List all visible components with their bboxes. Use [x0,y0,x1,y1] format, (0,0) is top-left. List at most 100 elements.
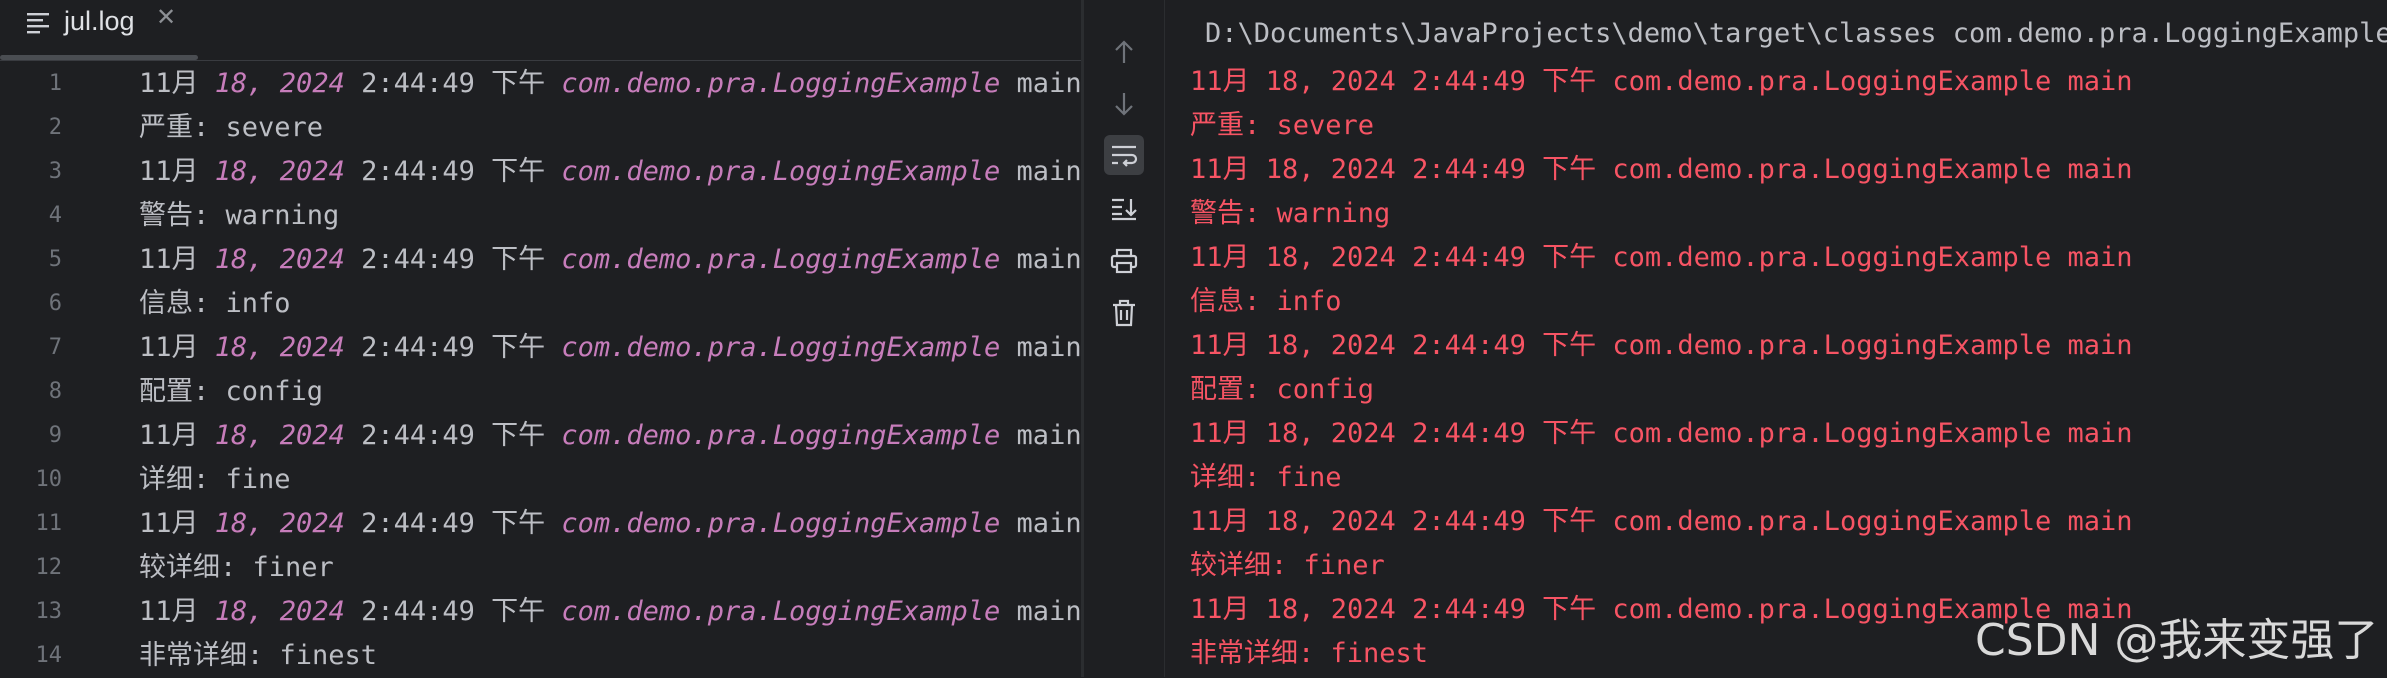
console-line: 11月 18, 2024 2:44:49 下午 com.demo.pra.Log… [1190,330,2133,361]
log-line: 警告: warning [139,194,339,238]
arrow-up-button[interactable] [1104,32,1144,72]
log-line: 11月 18, 2024 2:44:49 下午 com.demo.pra.Log… [139,590,1082,634]
scroll-to-end-icon [1112,198,1137,221]
console-line: 配置: config [1190,374,1375,405]
console-output[interactable]: D:\Documents\JavaProjects\demo\target\cl… [1165,0,2387,677]
log-time: 2:44:49 下午 [344,332,562,363]
arrow-down-button[interactable] [1104,84,1144,124]
line-number: 2 [48,115,62,140]
log-message: 信息: info [139,288,291,319]
log-method-name: main [1000,508,1082,539]
arrow-up-icon [1115,40,1133,63]
log-month: 11月 [139,420,215,451]
log-class-name: com.demo.pra.LoggingExample [561,508,1001,539]
watermark: CSDN @我来变强了 [1975,615,2379,666]
log-message: 较详细: finer [139,552,334,583]
log-class-name: com.demo.pra.LoggingExample [561,332,1001,363]
console-line: 严重: severe [1190,110,1375,141]
console-line: 11月 18, 2024 2:44:49 下午 com.demo.pra.Log… [1190,154,2133,185]
log-line: 详细: fine [139,458,291,502]
console-line: 信息: info [1190,286,1342,317]
log-month: 11月 [139,156,215,187]
log-line: 11月 18, 2024 2:44:49 下午 com.demo.pra.Log… [139,238,1082,282]
active-tab-indicator [0,55,198,60]
log-method-name: main [1000,156,1082,187]
text-lines-icon [27,13,49,34]
editor-tab-bar: jul.log ✕ [0,0,1081,61]
close-icon[interactable]: ✕ [156,3,176,31]
line-number: 14 [35,643,63,668]
log-month: 11月 [139,68,215,99]
line-number: 4 [48,203,62,228]
line-number-gutter: 1 2 3 4 5 6 7 8 9 10 11 12 13 14 [0,62,110,677]
scroll-to-end-button[interactable] [1104,188,1144,228]
line-number: 8 [48,379,62,404]
console-line: 警告: warning [1190,198,1391,229]
log-time: 2:44:49 下午 [344,244,562,275]
log-date: 18, 2024 [214,68,345,99]
log-time: 2:44:49 下午 [344,508,562,539]
log-time: 2:44:49 下午 [344,68,562,99]
line-number: 11 [35,511,63,536]
log-line: 11月 18, 2024 2:44:49 下午 com.demo.pra.Log… [139,62,1082,106]
line-number: 9 [48,423,62,448]
log-message: 非常详细: finest [139,640,378,671]
console-line: 详细: fine [1190,462,1342,493]
log-month: 11月 [139,244,215,275]
log-line: 信息: info [139,282,291,326]
line-number: 3 [48,159,62,184]
log-message: 严重: severe [139,112,324,143]
line-number: 5 [48,247,62,272]
log-line: 11月 18, 2024 2:44:49 下午 com.demo.pra.Log… [139,150,1082,194]
tab-jul-log[interactable]: jul.log ✕ [0,0,198,60]
log-month: 11月 [139,596,215,627]
log-time: 2:44:49 下午 [344,420,562,451]
console-line: 非常详细: finest [1190,638,1429,669]
log-date: 18, 2024 [214,596,345,627]
print-button[interactable] [1104,241,1144,281]
soft-wrap-icon [1112,145,1138,167]
log-month: 11月 [139,508,215,539]
log-message: 配置: config [139,376,324,407]
run-command-line: D:\Documents\JavaProjects\demo\target\cl… [1205,18,2387,49]
log-method-name: main [1000,332,1082,363]
log-time: 2:44:49 下午 [344,156,562,187]
log-month: 11月 [139,332,215,363]
log-editor[interactable]: jul.log ✕ 1 2 3 4 5 6 7 8 9 10 11 12 13 14 11月 18, 20… [0,0,1082,678]
log-line: 非常详细: finest [139,634,377,678]
log-line: 11月 18, 2024 2:44:49 下午 com.demo.pra.Log… [139,326,1082,370]
log-class-name: com.demo.pra.LoggingExample [561,420,1001,451]
log-date: 18, 2024 [214,420,345,451]
arrow-down-icon [1115,93,1133,116]
print-icon [1110,248,1138,274]
log-date: 18, 2024 [214,244,345,275]
console-toolbar [1084,0,1165,677]
log-date: 18, 2024 [214,332,345,363]
log-method-name: main [1000,68,1082,99]
console-line: 11月 18, 2024 2:44:49 下午 com.demo.pra.Log… [1190,66,2133,97]
log-class-name: com.demo.pra.LoggingExample [561,244,1001,275]
line-number: 6 [48,291,62,316]
log-date: 18, 2024 [214,156,345,187]
log-message: 详细: fine [139,464,291,495]
log-class-name: com.demo.pra.LoggingExample [561,156,1001,187]
log-method-name: main [1000,244,1082,275]
log-date: 18, 2024 [214,508,345,539]
soft-wrap-button[interactable] [1104,135,1144,175]
tab-title: jul.log [64,6,135,36]
log-class-name: com.demo.pra.LoggingExample [561,596,1001,627]
line-number: 10 [35,467,63,492]
log-line: 配置: config [139,370,323,414]
log-line: 11月 18, 2024 2:44:49 下午 com.demo.pra.Log… [139,502,1082,546]
console-line: 11月 18, 2024 2:44:49 下午 com.demo.pra.Log… [1190,242,2133,273]
log-line: 11月 18, 2024 2:44:49 下午 com.demo.pra.Log… [139,414,1082,458]
log-line: 严重: severe [139,106,323,150]
trash-icon [1113,299,1135,327]
log-message: 警告: warning [139,200,340,231]
console-line: 较详细: finer [1190,550,1385,581]
line-number: 13 [35,599,63,624]
log-method-name: main [1000,420,1082,451]
log-time: 2:44:49 下午 [344,596,562,627]
clear-all-button[interactable] [1104,293,1144,333]
log-method-name: main [1000,596,1082,627]
